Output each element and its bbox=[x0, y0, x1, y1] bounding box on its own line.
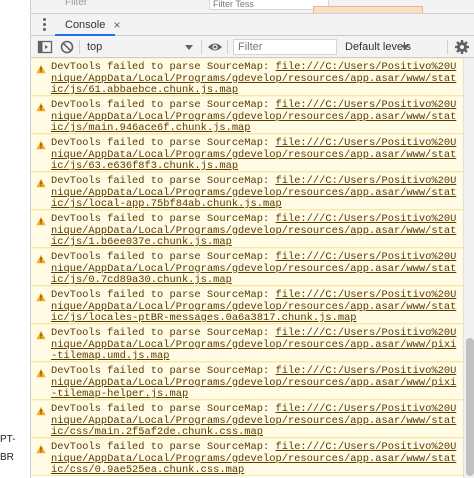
message-prefix: DevTools failed to parse SourceMap: bbox=[51, 403, 276, 415]
warning-icon bbox=[36, 292, 46, 302]
message-text: DevTools failed to parse SourceMap: file… bbox=[51, 137, 459, 173]
toolbar-divider bbox=[447, 40, 448, 54]
close-tab-icon[interactable]: × bbox=[110, 18, 124, 32]
toolbar-divider bbox=[79, 40, 80, 54]
styles-filter-ghost[interactable]: Filter bbox=[65, 0, 87, 8]
message-text: DevTools failed to parse SourceMap: file… bbox=[51, 61, 459, 97]
context-selector-value: top bbox=[87, 41, 103, 53]
warning-icon bbox=[36, 444, 46, 454]
gear-icon[interactable] bbox=[454, 39, 470, 55]
warning-icon bbox=[36, 368, 46, 378]
warning-icon bbox=[36, 406, 46, 416]
console-filter-input[interactable] bbox=[233, 39, 337, 55]
warning-icon bbox=[36, 140, 46, 150]
message-prefix: DevTools failed to parse SourceMap: bbox=[51, 289, 276, 301]
warning-icon bbox=[36, 102, 46, 112]
message-text: DevTools failed to parse SourceMap: file… bbox=[51, 175, 459, 211]
drawer-menu-icon[interactable] bbox=[38, 16, 50, 34]
console-warning-message: DevTools failed to parse SourceMap: file… bbox=[31, 96, 463, 134]
message-prefix: DevTools failed to parse SourceMap: bbox=[51, 213, 276, 225]
message-prefix: DevTools failed to parse SourceMap: bbox=[51, 99, 276, 111]
console-toolbar: top Default levels bbox=[31, 36, 474, 58]
console-warning-message: DevTools failed to parse SourceMap: file… bbox=[31, 400, 463, 438]
toolbar-divider bbox=[201, 40, 202, 54]
chevron-down-icon bbox=[185, 45, 193, 50]
chevron-down-icon bbox=[401, 45, 409, 50]
elements-strip: Filter Filter Tess bbox=[31, 0, 474, 14]
message-prefix: DevTools failed to parse SourceMap: bbox=[51, 441, 276, 453]
console-warning-message: DevTools failed to parse SourceMap: file… bbox=[31, 210, 463, 248]
drawer-tabbar: Console × bbox=[31, 14, 474, 36]
tab-console[interactable]: Console bbox=[55, 14, 116, 36]
message-text: DevTools failed to parse SourceMap: file… bbox=[51, 289, 459, 325]
warning-icon bbox=[36, 178, 46, 188]
clear-console-icon[interactable] bbox=[59, 39, 75, 55]
live-expression-eye-icon[interactable] bbox=[207, 39, 223, 55]
message-text: DevTools failed to parse SourceMap: file… bbox=[51, 403, 459, 439]
console-warning-message: DevTools failed to parse SourceMap: file… bbox=[31, 248, 463, 286]
devtools-panel: Filter Filter Tess Console × top Filter … bbox=[30, 0, 474, 478]
message-prefix: DevTools failed to parse SourceMap: bbox=[51, 137, 276, 149]
console-warning-message: DevTools failed to parse SourceMap: file… bbox=[31, 362, 463, 400]
console-warning-message: DevTools failed to parse SourceMap: file… bbox=[31, 172, 463, 210]
scrollbar-thumb[interactable] bbox=[466, 338, 474, 476]
warning-icon bbox=[36, 64, 46, 74]
page-content-strip: PT- BR bbox=[0, 0, 30, 478]
message-prefix: DevTools failed to parse SourceMap: bbox=[51, 365, 276, 377]
warning-icon bbox=[36, 216, 46, 226]
console-scrollbar[interactable] bbox=[463, 58, 474, 478]
page-text-fragment: PT- bbox=[0, 434, 16, 445]
toolbar-divider bbox=[227, 40, 228, 54]
console-warning-message: DevTools failed to parse SourceMap: file… bbox=[31, 286, 463, 324]
context-selector[interactable]: top bbox=[83, 39, 195, 55]
message-text: DevTools failed to parse SourceMap: file… bbox=[51, 365, 459, 401]
console-warning-message: DevTools failed to parse SourceMap: file… bbox=[31, 134, 463, 172]
message-text: DevTools failed to parse SourceMap: file… bbox=[51, 213, 459, 249]
message-prefix: DevTools failed to parse SourceMap: bbox=[51, 251, 276, 263]
message-prefix: DevTools failed to parse SourceMap: bbox=[51, 175, 276, 187]
sidebar-toggle-icon[interactable] bbox=[37, 39, 53, 55]
log-levels-dropdown[interactable]: Default levels bbox=[343, 39, 439, 55]
console-warning-message: DevTools failed to parse SourceMap: file… bbox=[31, 58, 463, 96]
message-text: DevTools failed to parse SourceMap: file… bbox=[51, 327, 459, 363]
box-model-margin bbox=[313, 6, 423, 13]
message-text: DevTools failed to parse SourceMap: file… bbox=[51, 99, 459, 135]
console-warning-message: DevTools failed to parse SourceMap: file… bbox=[31, 324, 463, 362]
warning-icon bbox=[36, 330, 46, 340]
message-prefix: DevTools failed to parse SourceMap: bbox=[51, 61, 276, 73]
message-text: DevTools failed to parse SourceMap: file… bbox=[51, 441, 459, 477]
message-prefix: DevTools failed to parse SourceMap: bbox=[51, 327, 276, 339]
warning-icon bbox=[36, 254, 46, 264]
console-warning-message: DevTools failed to parse SourceMap: file… bbox=[31, 438, 463, 476]
console-messages: DevTools failed to parse SourceMap: file… bbox=[31, 58, 463, 478]
styles-filter-box[interactable]: Filter Tess bbox=[209, 0, 329, 10]
page-text-fragment: BR bbox=[0, 452, 14, 463]
message-text: DevTools failed to parse SourceMap: file… bbox=[51, 251, 459, 287]
